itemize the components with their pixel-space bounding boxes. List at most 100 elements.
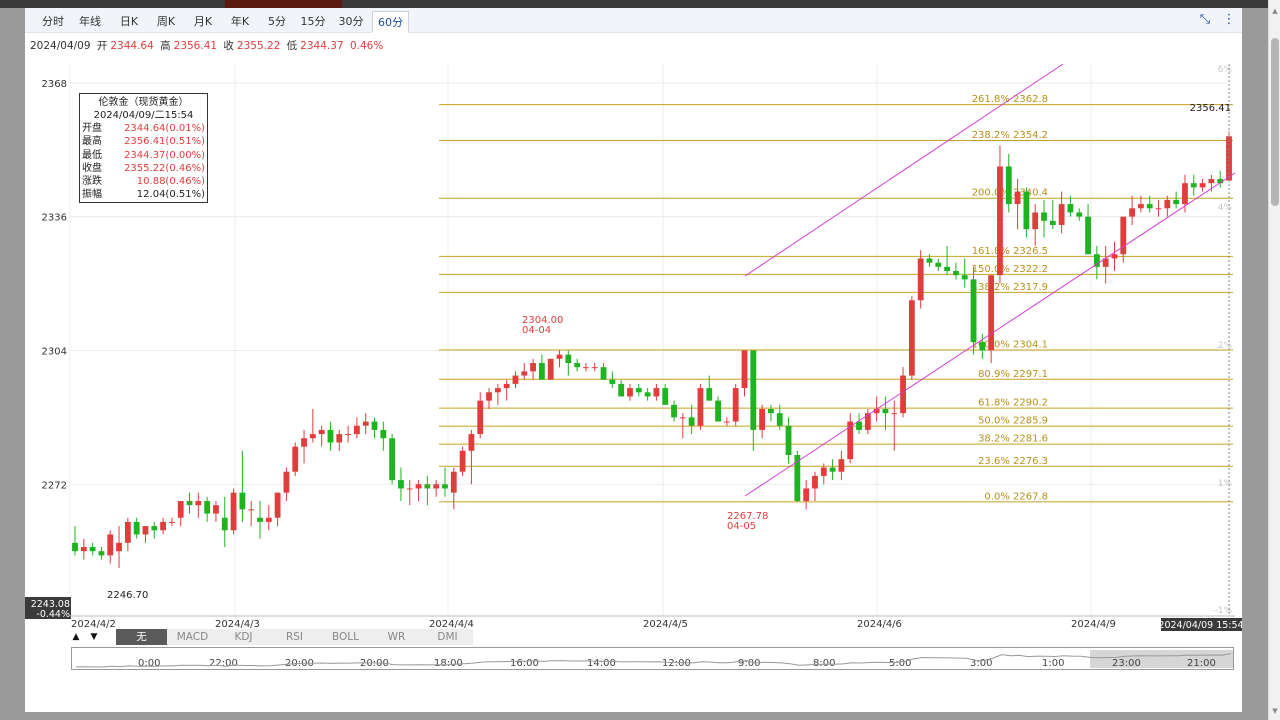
candle-body [970,279,977,343]
candle-body [353,425,360,435]
candle-body [1058,204,1065,225]
candle-body [283,471,290,493]
candle-body [292,446,299,472]
info-row-label: 振幅 [82,189,102,201]
info-row: 最高 2356.41(0.51%) [80,135,207,148]
candle-body [944,266,951,271]
navigator-sparkline [75,653,1232,668]
indicator-tab-2[interactable]: KDJ [218,629,270,645]
candle-body [908,300,915,376]
candle-body [486,392,492,401]
crosshair-time: 2024/04/09 15:54 [1158,620,1242,631]
candle-body [1190,183,1197,188]
indicator-tab-6[interactable]: DMI [422,629,474,645]
candle-body [98,551,105,556]
crosshair-info-box: 伦敦金（现货黄金） 2024/04/09/二15:54 开盘 2344.64(0.… [79,93,208,203]
candle-body [389,438,396,481]
candle-body [829,467,836,472]
indicator-tab-5[interactable]: WR [371,629,423,645]
candle-body [609,379,616,384]
candle-body [494,388,501,393]
pct-tick-label: 6% [1218,65,1233,75]
x-tick-label: 2024/4/5 [643,619,688,630]
candle-body [318,429,325,435]
scroll-up-icon[interactable]: ▲ [1271,6,1279,16]
candle-body [688,417,695,426]
candle-body [591,367,598,369]
candle-body [935,262,942,267]
candle-body [900,375,906,414]
fib-level-label: 50.0% 2285.9 [978,416,1048,427]
candle-body [512,375,519,384]
candle-body [230,492,237,531]
candle-body [953,271,959,276]
y-tick-label: 2304 [42,346,67,357]
candle-body [759,409,766,430]
x-tick-label: 2024/4/9 [1071,619,1116,630]
candle-body [1067,204,1074,213]
plot-area [70,64,1230,616]
info-row-value: 2344.37(0.00%) [124,149,205,161]
candle-body [653,388,660,397]
fib-level-label: 161.8% 2326.5 [972,246,1048,257]
candle-body [1173,199,1180,205]
candle-body [565,354,572,363]
info-row: 开盘 2344.64(0.01%) [80,122,207,135]
candle-body [1146,204,1153,209]
fib-level-label: 38.2% 2281.6 [978,434,1048,445]
candle-body [1208,179,1215,184]
candle-body [133,521,140,535]
candle-body [327,429,334,443]
candle-body [195,501,202,506]
pct-tick-label: 4% [1218,203,1233,213]
info-row: 振幅 12.04(0.51%) [80,188,207,201]
candle-body [741,350,748,389]
arrow-up-icon[interactable]: ▲ [70,629,82,645]
candle-body [72,542,78,552]
scroll-down-icon[interactable]: ▼ [1271,706,1279,716]
candle-body [856,421,862,430]
candle-body [1182,183,1188,205]
candle-body [142,526,149,535]
candle-body [644,392,651,397]
info-row: 最低 2344.37(0.00%) [80,149,207,162]
swing-low-annotation-date: 04-05 [727,521,756,532]
scrollbar-thumb[interactable] [1271,38,1279,206]
candle-body [618,383,625,397]
candle-body [600,367,607,380]
indicator-tab-1[interactable]: MACD [167,629,219,645]
candle-body [248,509,255,511]
fib-level-label: 23.6% 2276.3 [978,456,1048,467]
page-scrollbar[interactable]: ▲ ▼ [1268,0,1280,720]
candle-body [107,534,114,556]
candle-body [380,429,387,439]
candle-body [116,542,122,552]
candle-body [477,400,484,435]
candle-body [160,521,166,531]
candle-body [424,484,431,489]
indicator-tab-3[interactable]: RSI [269,629,321,645]
y-tick-label: 2336 [42,213,67,224]
candle-body [891,413,898,415]
candle-body [1138,204,1144,209]
candle-body [882,409,889,414]
range-navigator[interactable]: 0:00 22:00 20:00 20:00 18:00 16:00 14:00 12:00 9… [71,647,1234,670]
pct-tick-label: -1% [1214,606,1232,616]
fib-level-label: 138.2% 2317.9 [972,282,1048,293]
arrow-down-icon[interactable]: ▼ [88,629,100,645]
indicator-tab-4[interactable]: BOLL [320,629,372,645]
candle-body [803,488,810,501]
candle-body [371,421,378,430]
info-datetime: 2024/04/09/二15:54 [93,110,194,121]
candle-body [124,521,131,543]
fib-level-label: 0.0% 2267.8 [984,491,1048,502]
candle-body [442,484,448,489]
info-row-value: 2355.22(0.46%) [124,162,205,174]
candle-body [635,388,642,393]
candle-body [274,492,281,518]
indicator-tab-0[interactable]: 无 [116,629,168,645]
candle-body [864,413,871,430]
navigator-line [75,653,1232,668]
top-strip-decoration [225,0,342,8]
info-row-label: 开盘 [82,123,102,134]
